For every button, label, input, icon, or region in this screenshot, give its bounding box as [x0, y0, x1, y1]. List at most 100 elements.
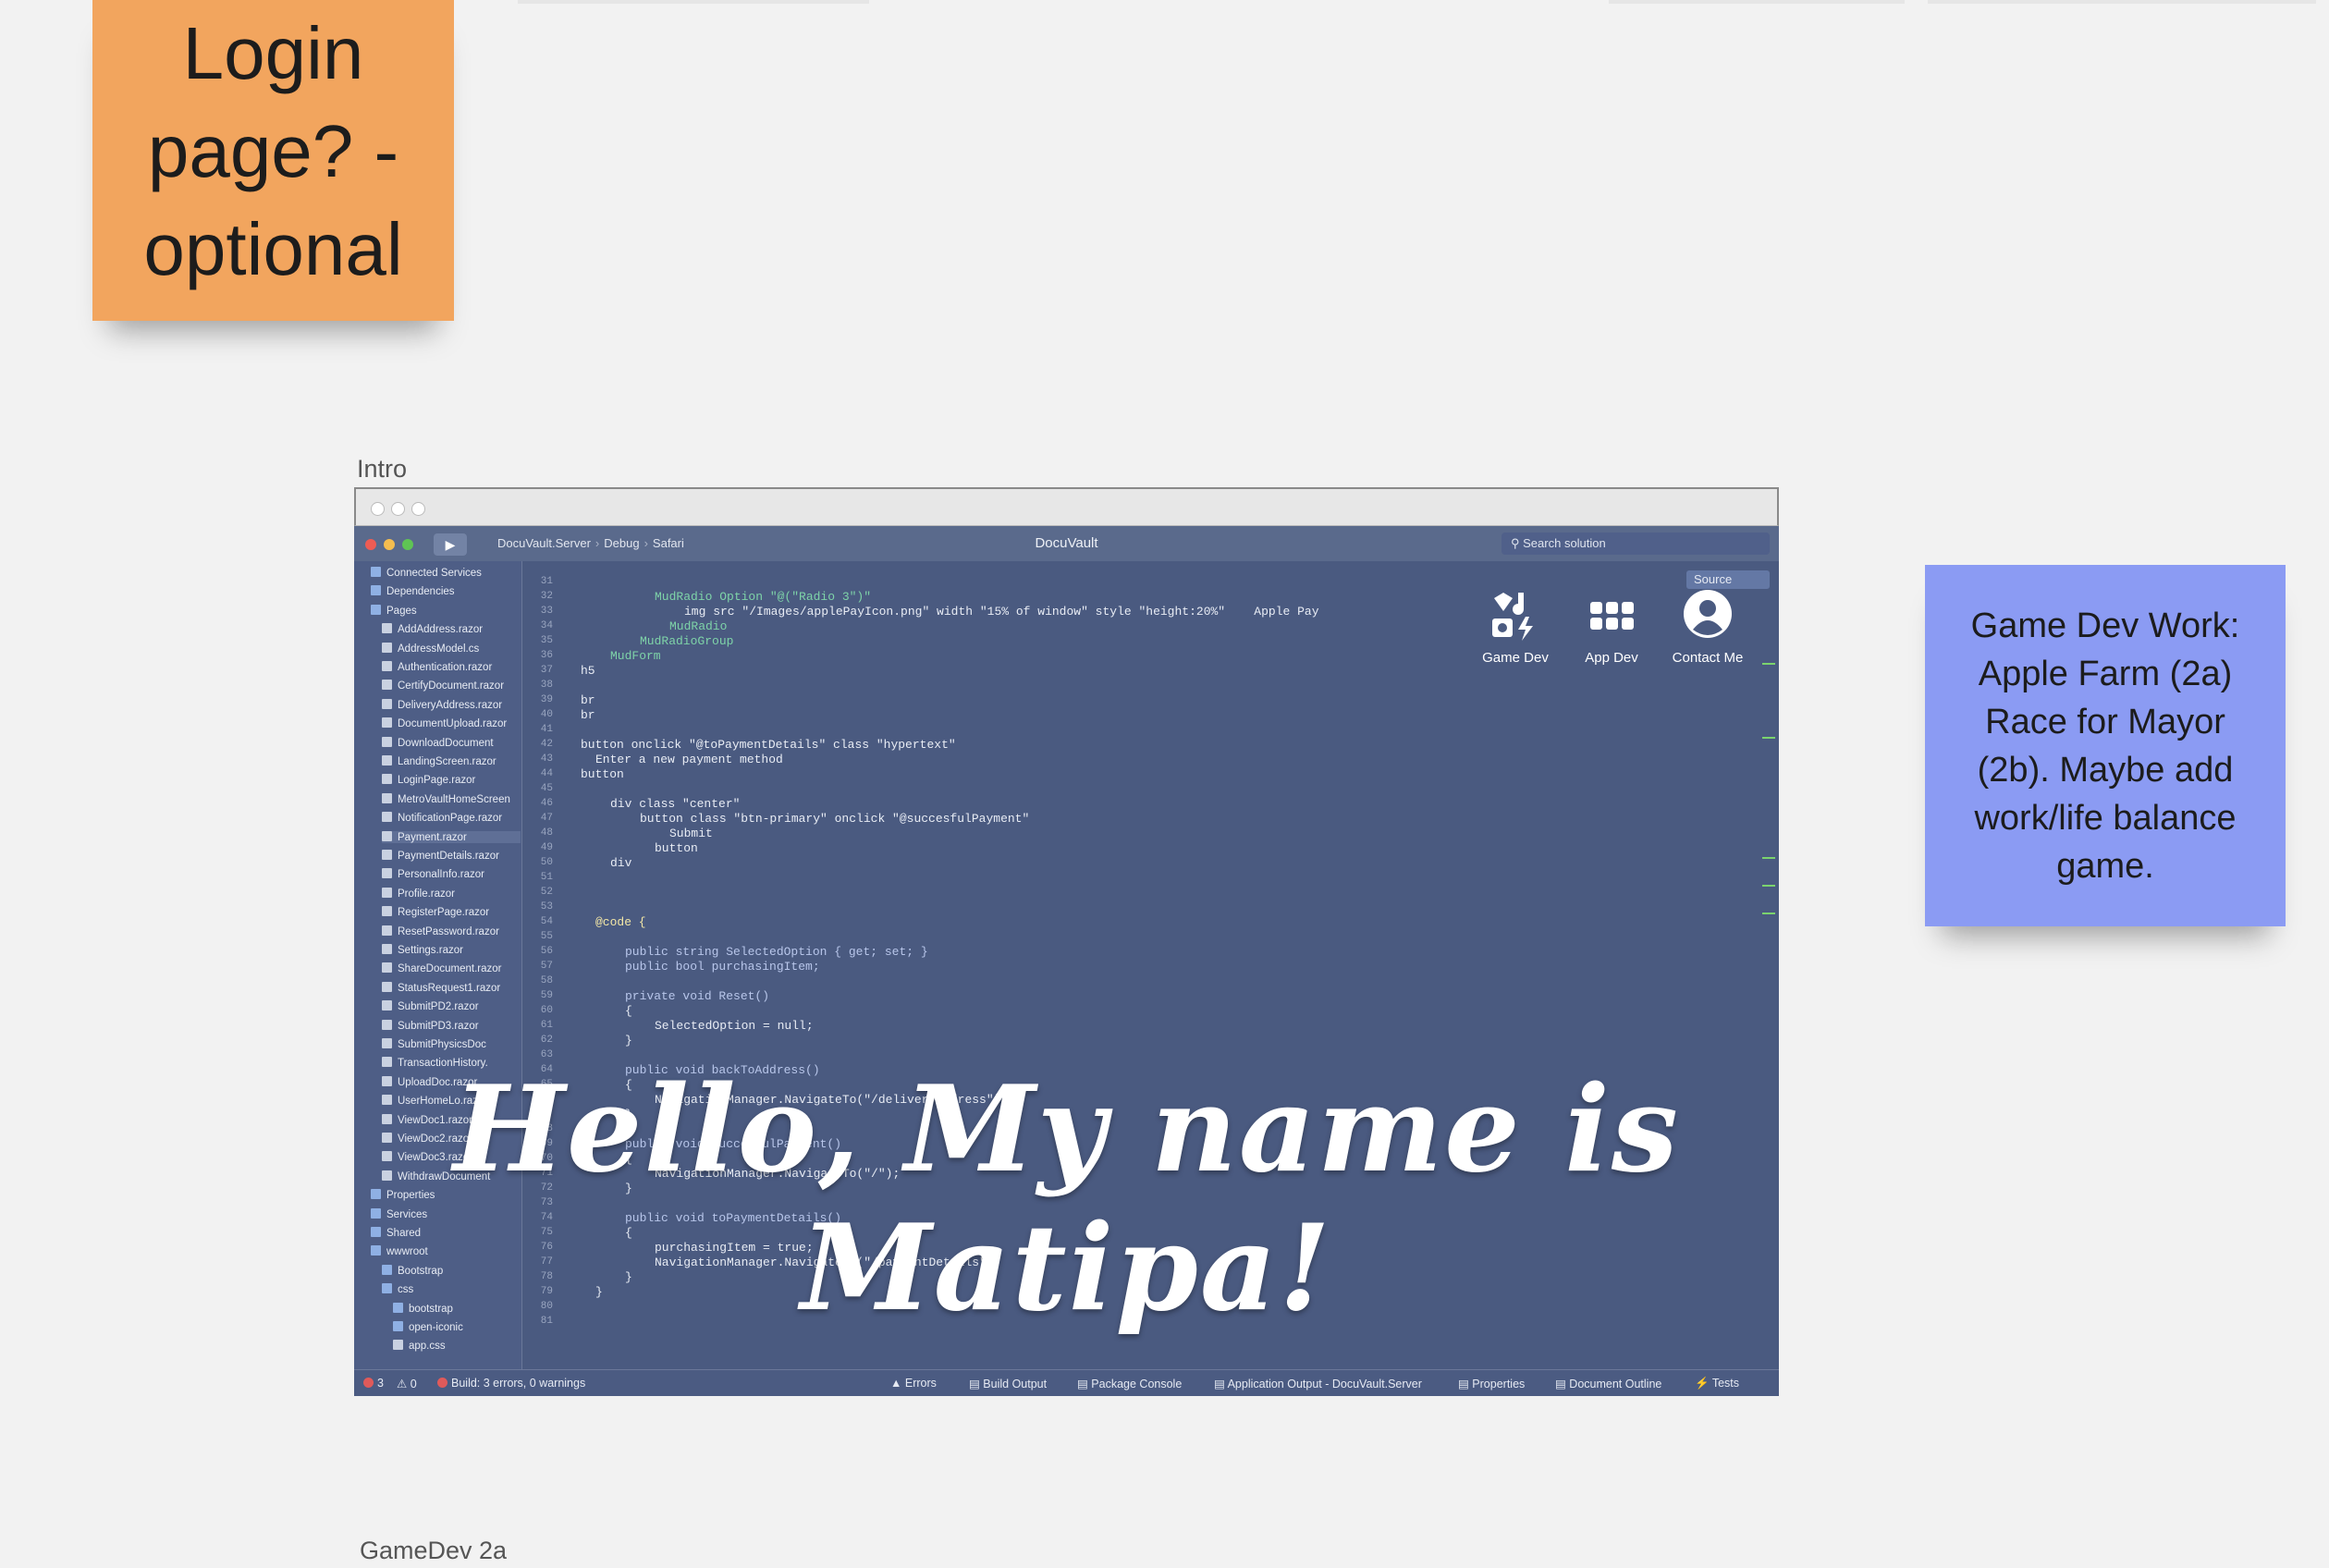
- line-number: 57: [540, 961, 553, 972]
- tree-item-label: DeliveryAddress.razor: [398, 699, 503, 711]
- pad-build-output[interactable]: ▤ Build Output: [969, 1377, 1047, 1390]
- file-icon: [382, 906, 392, 917]
- pad-label: Build Output: [983, 1378, 1048, 1390]
- tree-folder[interactable]: Pages: [371, 604, 509, 617]
- panel-icon: ▤: [1458, 1378, 1473, 1390]
- change-marker: [1762, 857, 1775, 859]
- code-line: div: [610, 856, 632, 870]
- folder-icon: [371, 567, 381, 577]
- warning-count-value: 0: [410, 1378, 417, 1390]
- pad-document-outline[interactable]: ▤ Document Outline: [1555, 1377, 1661, 1390]
- frame-label-gamedev[interactable]: GameDev 2a: [360, 1537, 507, 1565]
- nav-contact-me[interactable]: Contact Me: [1666, 589, 1749, 666]
- pad-tests[interactable]: ⚡ Tests: [1695, 1377, 1739, 1390]
- file-icon: [393, 1340, 403, 1351]
- ide-status-bar: 3 ⚠ 0 Build: 3 errors, 0 warnings ▲ Erro…: [354, 1369, 1779, 1396]
- tree-file[interactable]: RegisterPage.razor: [382, 906, 521, 918]
- line-number: 55: [540, 931, 553, 942]
- line-number: 60: [540, 1005, 553, 1016]
- line-number: 44: [540, 768, 553, 779]
- tree-folder[interactable]: Connected Services: [371, 567, 509, 579]
- code-line: div class "center": [610, 797, 741, 811]
- tree-file[interactable]: NotificationPage.razor: [382, 812, 521, 824]
- tree-item-label: DocumentUpload.razor: [398, 718, 508, 730]
- tree-file[interactable]: PaymentDetails.razor: [382, 850, 521, 862]
- line-number: 40: [540, 709, 553, 720]
- code-line: Enter a new payment method: [595, 753, 783, 766]
- tree-file[interactable]: ResetPassword.razor: [382, 925, 521, 937]
- tree-file[interactable]: Authentication.razor: [382, 661, 521, 673]
- change-marker: [1762, 913, 1775, 914]
- tree-file[interactable]: PersonalInfo.razor: [382, 868, 521, 880]
- code-line: br: [581, 693, 595, 707]
- warning-count[interactable]: ⚠ 0: [397, 1377, 417, 1390]
- tree-file[interactable]: MetroVaultHomeScreen: [382, 792, 521, 805]
- window-dot: [371, 502, 385, 516]
- file-icon: [382, 1019, 392, 1030]
- sticky-note-text: Login page? - optional: [143, 11, 403, 290]
- intro-frame-image[interactable]: ▶ DocuVault.Server › Debug › Safari DocuVaul…: [354, 487, 1779, 1396]
- line-number: 52: [540, 887, 553, 898]
- line-number: 35: [540, 635, 553, 646]
- file-icon: [382, 925, 392, 936]
- tree-item-label: SubmitPD2.razor: [398, 1001, 479, 1013]
- line-number: 31: [540, 576, 553, 587]
- tree-file[interactable]: AddAddress.razor: [382, 623, 521, 635]
- code-line: SelectedOption = null;: [655, 1019, 814, 1033]
- pad-application-output[interactable]: ▤ Application Output - DocuVault.Server: [1214, 1377, 1422, 1390]
- line-number: 51: [540, 872, 553, 883]
- search-solution-input[interactable]: ⚲ Search solution: [1502, 533, 1770, 555]
- tree-file[interactable]: Payment.razor: [382, 830, 521, 843]
- nav-game-dev[interactable]: Game Dev: [1474, 589, 1557, 666]
- frame-label-intro[interactable]: Intro: [357, 455, 407, 484]
- line-number: 33: [540, 606, 553, 617]
- tree-file[interactable]: SubmitPD3.razor: [382, 1019, 521, 1032]
- tree-file[interactable]: DeliveryAddress.razor: [382, 698, 521, 711]
- tree-file[interactable]: Profile.razor: [382, 887, 521, 900]
- error-icon: [363, 1378, 374, 1388]
- pad-properties[interactable]: ▤ Properties: [1458, 1377, 1525, 1390]
- nav-app-dev[interactable]: App Dev: [1570, 589, 1653, 666]
- tree-file[interactable]: SubmitPD2.razor: [382, 1000, 521, 1012]
- tree-file[interactable]: DocumentUpload.razor: [382, 717, 521, 729]
- pad-label: Document Outline: [1569, 1378, 1662, 1390]
- pad-label: Package Console: [1091, 1378, 1183, 1390]
- panel-icon: ▤: [969, 1378, 984, 1390]
- tree-file[interactable]: AddressModel.cs: [382, 642, 521, 655]
- hero-headline: Hello, My name is Matipa!: [453, 1060, 1680, 1338]
- file-icon: [382, 944, 392, 954]
- tree-file[interactable]: StatusRequest1.razor: [382, 981, 521, 994]
- tree-file[interactable]: DownloadDocument: [382, 736, 521, 749]
- code-line: h5: [581, 664, 595, 678]
- sticky-note-gamedev[interactable]: Game Dev Work: Apple Farm (2a) Race for …: [1925, 565, 2286, 926]
- tree-item-label: PaymentDetails.razor: [398, 851, 499, 862]
- tree-folder[interactable]: Dependencies: [371, 585, 509, 597]
- tree-item-label: ShareDocument.razor: [398, 963, 502, 975]
- tree-file[interactable]: CertifyDocument.razor: [382, 680, 521, 692]
- code-line: @code {: [595, 915, 646, 929]
- line-number: 46: [540, 798, 553, 809]
- file-icon: [382, 774, 392, 785]
- pad-errors[interactable]: ▲ Errors: [890, 1377, 937, 1390]
- search-placeholder: Search solution: [1523, 536, 1606, 550]
- tree-file[interactable]: LoginPage.razor: [382, 774, 521, 786]
- tree-file[interactable]: Settings.razor: [382, 944, 521, 956]
- pad-package-console[interactable]: ▤ Package Console: [1077, 1377, 1182, 1390]
- tree-file[interactable]: app.css: [393, 1340, 532, 1352]
- error-count[interactable]: 3: [363, 1377, 384, 1390]
- source-view-button[interactable]: Source: [1686, 570, 1770, 589]
- sticky-note-login[interactable]: Login page? - optional: [92, 0, 454, 321]
- tree-file[interactable]: ShareDocument.razor: [382, 962, 521, 974]
- file-icon: [382, 736, 392, 747]
- tree-file[interactable]: LandingScreen.razor: [382, 755, 521, 767]
- tree-item-label: SubmitPhysicsDoc: [398, 1039, 486, 1050]
- file-icon: [382, 623, 392, 634]
- line-number: 37: [540, 665, 553, 676]
- tree-item-label: LandingScreen.razor: [398, 756, 496, 767]
- nav-label: App Dev: [1585, 650, 1638, 666]
- tree-item-label: SubmitPD3.razor: [398, 1020, 479, 1032]
- panel-icon: ▤: [1555, 1378, 1570, 1390]
- code-line: button: [655, 841, 698, 855]
- source-button-label: Source: [1694, 572, 1733, 586]
- tree-file[interactable]: SubmitPhysicsDoc: [382, 1038, 521, 1050]
